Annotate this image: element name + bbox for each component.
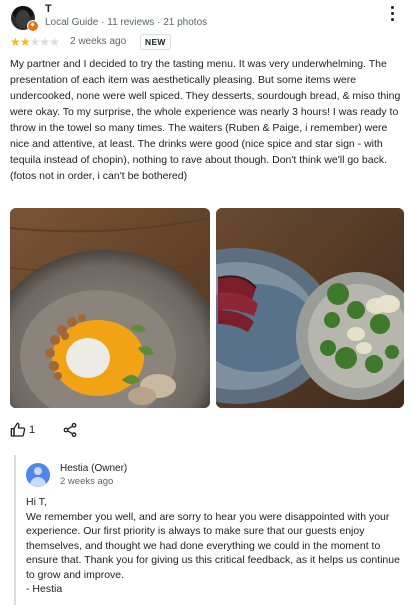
owner-body: We remember you well, and are sorry to h… [26, 510, 400, 581]
star-icon: ★ [49, 35, 60, 49]
steak-and-broccoli-image [216, 208, 404, 408]
local-guide-badge-icon [27, 20, 39, 32]
star-rating: ★★★★★ [10, 35, 60, 49]
reviewer-meta: Local Guide · 11 reviews · 21 photos [45, 17, 208, 28]
review-actions: 1 [10, 420, 210, 442]
star-icon: ★ [39, 35, 50, 49]
star-icon: ★ [19, 35, 31, 49]
review-photos [10, 208, 404, 408]
owner-avatar [26, 463, 50, 487]
share-icon[interactable] [62, 422, 78, 438]
review-photo-2[interactable] [216, 208, 404, 408]
owner-signature: - Hestia [26, 583, 63, 595]
owner-name: Hestia (Owner) [60, 463, 128, 474]
thumbs-up-icon [10, 422, 26, 437]
review-text: My partner and I decided to try the tast… [10, 58, 401, 182]
like-button[interactable]: 1 [10, 420, 46, 442]
review-photo-1[interactable] [10, 208, 210, 408]
like-count: 1 [29, 424, 36, 436]
more-vert-icon[interactable] [390, 6, 396, 24]
review-date: 2 weeks ago [70, 36, 127, 47]
rating-row: ★★★★★ 2 weeks ago NEW [10, 34, 390, 50]
star-icon: ★ [29, 35, 41, 49]
reviewer-name[interactable]: T [45, 3, 52, 15]
new-badge: NEW [140, 34, 171, 50]
star-icon: ★ [10, 35, 21, 49]
review-header: T Local Guide · 11 reviews · 21 photos [0, 0, 414, 36]
owner-response-date: 2 weeks ago [60, 476, 114, 487]
plated-dish-image [10, 208, 210, 408]
owner-response: Hestia (Owner) 2 weeks ago Hi T, We reme… [14, 455, 408, 605]
owner-greeting: Hi T, [26, 496, 47, 508]
owner-response-text: Hi T, We remember you well, and are sorr… [26, 495, 406, 597]
